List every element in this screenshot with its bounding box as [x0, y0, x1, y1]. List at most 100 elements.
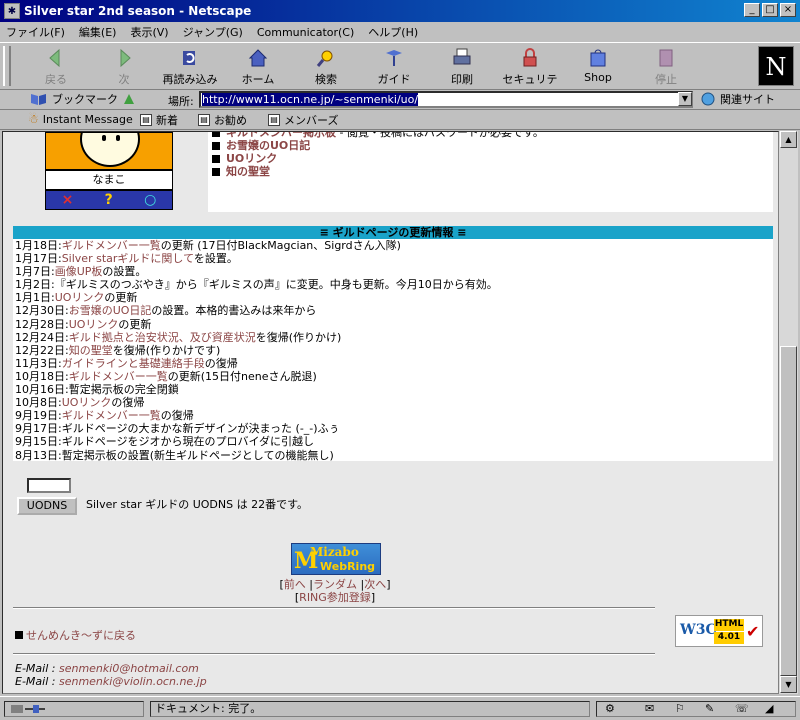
menu-file[interactable]: ファイル(F) — [6, 24, 65, 40]
avatar-close-icon[interactable]: × — [62, 192, 74, 208]
netscape-logo[interactable]: N — [758, 46, 794, 86]
status-security — [4, 701, 144, 717]
search-button[interactable]: 検索 — [296, 47, 356, 87]
members-button[interactable]: ▤ メンバーズ — [268, 112, 338, 128]
uo-links-link[interactable]: UOリンク — [226, 152, 277, 165]
news-item: 12月28日:UOリンクの更新 — [15, 318, 773, 331]
w3c-html-label: HTML — [714, 619, 744, 631]
composer-icon[interactable]: ✎ — [705, 702, 714, 715]
back-button[interactable]: 戻る — [26, 47, 86, 87]
bookmark-page-icon: ▤ — [198, 114, 210, 126]
menu-communicator[interactable]: Communicator(C) — [257, 26, 354, 39]
recommend-button[interactable]: ▤ お勧め — [198, 112, 247, 128]
location-label: 場所: — [168, 95, 194, 108]
minimize-button[interactable]: _ — [744, 3, 760, 17]
page-content[interactable]: なまこ × ? ○ ギルドメンバー掲示板 - 閲覧・投稿にはパスワードが必要です… — [2, 131, 779, 694]
reload-button[interactable]: 再読み込み — [160, 47, 220, 87]
close-button[interactable]: × — [780, 3, 796, 17]
uodns-text: Silver star ギルドの UODNS は 22番です。 — [86, 498, 308, 511]
forward-button[interactable]: 次 — [94, 47, 154, 87]
menu-edit[interactable]: 編集(E) — [79, 24, 117, 40]
news-text: の復帰 — [111, 396, 145, 410]
back-to-home: せんめんき～ずに戻る — [15, 627, 136, 643]
email-link[interactable]: senmenki@violin.ocn.ne.jp — [59, 675, 207, 688]
print-button[interactable]: 印刷 — [432, 47, 492, 87]
divider — [13, 653, 655, 655]
news-item: 10月8日:UOリンクの復帰 — [15, 396, 773, 409]
w3c-html-badge[interactable]: W3C HTML 4.01 ✔ — [675, 615, 763, 647]
scroll-up-button[interactable]: ▲ — [780, 131, 797, 148]
news-text: を復帰(作りかけです) — [112, 343, 221, 357]
news-link[interactable]: ギルドメンバー一覧 — [62, 409, 161, 422]
guide-button[interactable]: ガイド — [364, 47, 424, 87]
maximize-button[interactable]: □ — [762, 3, 778, 17]
guide-icon — [386, 50, 402, 66]
back-label: 戻る — [45, 73, 67, 86]
news-link[interactable]: ギルドメンバー一覧 — [69, 370, 168, 383]
news-link[interactable]: ガイドラインと基礎連絡手段 — [62, 357, 205, 370]
navigator-icon[interactable]: ⚙ — [605, 702, 615, 715]
navigation-toolbar: 戻る 次 再読み込み ホーム 検索 ガイド 印刷 セキュリティ Shop 停止 … — [0, 42, 800, 102]
uo-diary-link[interactable]: お雪嬢のUO日記 — [226, 139, 310, 152]
news-date: 9月15日: — [15, 435, 62, 449]
back-to-home-link[interactable]: せんめんき～ずに戻る — [26, 629, 136, 642]
scroll-down-button[interactable]: ▼ — [780, 676, 797, 693]
new-label: 新着 — [156, 114, 178, 127]
avatar-help-icon[interactable]: ? — [105, 192, 113, 208]
shop-button[interactable]: Shop — [568, 47, 628, 87]
mail-icon[interactable]: ✉ — [645, 702, 654, 715]
related-sites-button[interactable]: 関連サイト — [700, 91, 775, 107]
uodns-input[interactable] — [27, 478, 71, 493]
news-link[interactable]: 画像UP板 — [55, 265, 103, 278]
news-item: 1月2日:『ギルミスのつぶやき』から『ギルミスの声』に変更。中身も更新。今月10… — [15, 278, 773, 291]
news-link[interactable]: お雪嬢のUO日記 — [69, 304, 152, 317]
avatar-image — [45, 132, 173, 170]
w3c-version-label: 4.01 — [714, 632, 744, 644]
sanctuary-link[interactable]: 知の聖堂 — [226, 165, 270, 178]
news-text: の復帰 — [160, 409, 194, 423]
news-link[interactable]: ギルドメンバー一覧 — [62, 239, 161, 252]
messenger-icon[interactable]: ☏ — [735, 702, 749, 715]
news-link[interactable]: UOリンク — [69, 318, 119, 331]
url-dropdown-button[interactable]: ▼ — [678, 92, 692, 106]
bookmarks-button[interactable]: ブックマーク — [30, 91, 118, 107]
news-link[interactable]: UOリンク — [62, 396, 112, 409]
uodns-button[interactable]: UODNS — [17, 497, 77, 515]
avatar: なまこ × ? ○ — [45, 132, 175, 212]
scroll-thumb[interactable] — [780, 346, 797, 676]
news-item: 12月30日:お雪嬢のUO日記の設置。本格的書込みは来年から — [15, 304, 773, 317]
window-title: Silver star 2nd season - Netscape — [24, 4, 252, 18]
home-icon — [248, 49, 268, 67]
vertical-scrollbar[interactable]: ▲ ▼ — [779, 131, 798, 694]
stop-button[interactable]: 停止 — [636, 47, 696, 87]
news-text: ギルドページの大まかな新デザインが決まった (-_-)ふぅ — [61, 422, 340, 436]
news-link[interactable]: 知の聖堂 — [69, 344, 113, 357]
toolbar-grip[interactable] — [3, 46, 11, 86]
new-button[interactable]: ▤ 新着 — [140, 112, 178, 128]
home-button[interactable]: ホーム — [228, 47, 288, 87]
menu-view[interactable]: 表示(V) — [130, 24, 168, 40]
email-link[interactable]: senmenki0@hotmail.com — [59, 662, 199, 675]
email-label: E-Mail : — [15, 675, 56, 688]
news-link[interactable]: UOリンク — [55, 291, 105, 304]
security-button[interactable]: セキュリティ — [500, 47, 560, 102]
webring-join-link[interactable]: RING参加登録 — [299, 591, 371, 604]
url-input[interactable]: http://www11.ocn.ne.jp/~senmenki/uo/ — [199, 91, 693, 108]
news-link[interactable]: Silver starギルドに関して — [62, 252, 194, 265]
instant-message-button[interactable]: ☃ Instant Message — [28, 112, 133, 126]
url-text: http://www11.ocn.ne.jp/~senmenki/uo/ — [202, 93, 419, 106]
resize-grip-icon[interactable]: ◢ — [765, 702, 773, 715]
guild-board-link[interactable]: ギルドメンバー掲示板 — [226, 132, 336, 139]
page-proxy-icon[interactable] — [122, 92, 136, 106]
webring-logo[interactable]: M Mizabo WebRing — [291, 543, 381, 575]
location-bar: ブックマーク 場所: http://www11.ocn.ne.jp/~senme… — [0, 90, 800, 110]
avatar-ok-icon[interactable]: ○ — [144, 192, 156, 208]
menu-go[interactable]: ジャンプ(G) — [183, 24, 243, 40]
news-link[interactable]: ギルド拠点と治安状況、及び資産状況 — [69, 331, 256, 344]
news-item: 1月17日:Silver starギルドに関してを設置。 — [15, 252, 773, 265]
webring-join: [RING参加登録] — [294, 591, 376, 604]
menu-help[interactable]: ヘルプ(H) — [368, 24, 418, 40]
guide-label: ガイド — [377, 73, 411, 86]
news-text: 暫定掲示板の完全閉鎖 — [68, 383, 179, 397]
news-icon[interactable]: ⚐ — [675, 702, 685, 715]
